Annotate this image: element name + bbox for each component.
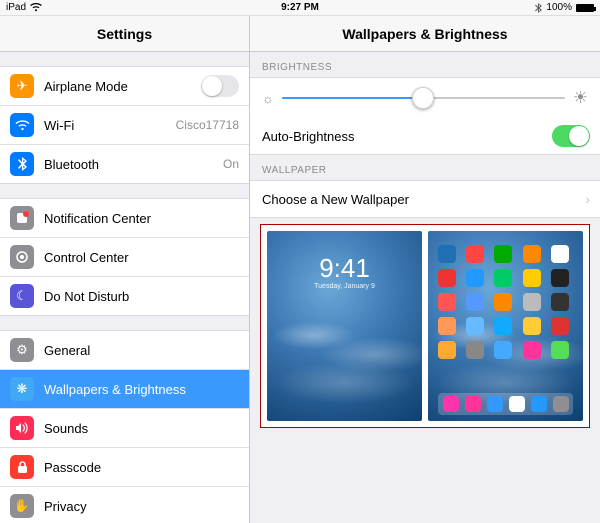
sidebar-group-2: Notification Center Control Center ☾ Do … <box>0 198 249 316</box>
app-icon <box>438 341 456 359</box>
sidebar-item-airplane[interactable]: ✈ Airplane Mode <box>0 67 249 106</box>
chevron-right-icon: › <box>585 191 590 207</box>
brightness-slider[interactable] <box>282 97 565 99</box>
airplane-icon: ✈ <box>10 74 34 98</box>
settings-sidebar: Settings ✈ Airplane Mode Wi-Fi Cisco1771… <box>0 16 250 523</box>
home-screen-preview[interactable] <box>428 231 583 421</box>
app-icon <box>494 341 512 359</box>
app-icon <box>523 293 541 311</box>
speaker-icon <box>10 416 34 440</box>
choose-wallpaper-row[interactable]: Choose a New Wallpaper › <box>250 181 600 217</box>
wallpaper-previews: 9:41 Tuesday, January 9 <box>260 224 590 428</box>
sidebar-group-3: ⚙ General ❋ Wallpapers & Brightness Soun… <box>0 330 249 523</box>
statusbar-time: 9:27 PM <box>0 2 600 13</box>
app-icon <box>438 293 456 311</box>
dock-app-icon <box>509 396 525 412</box>
sidebar-item-wifi[interactable]: Wi-Fi Cisco17718 <box>0 106 249 145</box>
app-icon <box>551 341 569 359</box>
app-icon <box>438 317 456 335</box>
sidebar-item-label: Wi-Fi <box>44 118 170 133</box>
app-icon <box>551 269 569 287</box>
auto-brightness-row[interactable]: Auto-Brightness <box>250 118 600 154</box>
sidebar-item-wallpapers-brightness[interactable]: ❋ Wallpapers & Brightness <box>0 370 249 409</box>
dock-app-icon <box>487 396 503 412</box>
brightness-slider-row: ☼ ☀ <box>250 78 600 118</box>
app-icon <box>466 245 484 263</box>
lock-preview-date: Tuesday, January 9 <box>267 283 422 290</box>
brightness-atom-icon: ❋ <box>10 377 34 401</box>
sidebar-item-label: General <box>44 343 239 358</box>
app-icon <box>523 341 541 359</box>
sidebar-item-notifications[interactable]: Notification Center <box>0 199 249 238</box>
app-icon <box>523 245 541 263</box>
sidebar-item-privacy[interactable]: ✋ Privacy <box>0 487 249 523</box>
home-preview-apps <box>438 245 573 359</box>
sidebar-item-bluetooth[interactable]: Bluetooth On <box>0 145 249 183</box>
sidebar-group-1: ✈ Airplane Mode Wi-Fi Cisco17718 Bluetoo… <box>0 66 249 184</box>
dock-app-icon <box>531 396 547 412</box>
lock-screen-preview[interactable]: 9:41 Tuesday, January 9 <box>267 231 422 421</box>
sidebar-item-label: Passcode <box>44 460 239 475</box>
app-icon <box>494 245 512 263</box>
app-icon <box>494 317 512 335</box>
app-icon <box>466 293 484 311</box>
choose-wallpaper-label: Choose a New Wallpaper <box>262 192 585 207</box>
hand-icon: ✋ <box>10 494 34 518</box>
app-icon <box>438 269 456 287</box>
sidebar-item-sounds[interactable]: Sounds <box>0 409 249 448</box>
notification-icon <box>10 206 34 230</box>
status-bar: iPad 9:27 PM 100% <box>0 0 600 16</box>
gear-icon: ⚙ <box>10 338 34 362</box>
app-icon <box>494 293 512 311</box>
app-icon <box>466 317 484 335</box>
sidebar-item-label: Wallpapers & Brightness <box>44 382 239 397</box>
detail-pane: Wallpapers & Brightness BRIGHTNESS ☼ ☀ A… <box>250 16 600 523</box>
sidebar-item-passcode[interactable]: Passcode <box>0 448 249 487</box>
sidebar-item-control-center[interactable]: Control Center <box>0 238 249 277</box>
app-icon <box>551 293 569 311</box>
brightness-section-header: BRIGHTNESS <box>250 52 600 77</box>
dock-app-icon <box>553 396 569 412</box>
lock-icon <box>10 455 34 479</box>
app-icon <box>523 317 541 335</box>
wifi-network-value: Cisco17718 <box>176 118 239 132</box>
sidebar-item-label: Control Center <box>44 250 239 265</box>
app-icon <box>523 269 541 287</box>
sidebar-item-label: Notification Center <box>44 211 239 226</box>
brightness-slider-thumb[interactable] <box>412 87 434 109</box>
app-icon <box>494 269 512 287</box>
sidebar-item-label: Privacy <box>44 499 239 514</box>
wallpaper-section-header: WALLPAPER <box>250 155 600 180</box>
app-icon <box>551 317 569 335</box>
app-icon <box>551 245 569 263</box>
detail-title: Wallpapers & Brightness <box>250 16 600 52</box>
bluetooth-icon <box>10 152 34 176</box>
sidebar-title: Settings <box>0 16 249 52</box>
wallpaper-group: Choose a New Wallpaper › <box>250 180 600 218</box>
sidebar-item-label: Sounds <box>44 421 239 436</box>
airplane-switch[interactable] <box>201 75 239 97</box>
home-preview-dock <box>438 393 573 415</box>
dock-app-icon <box>465 396 481 412</box>
auto-brightness-switch[interactable] <box>552 125 590 147</box>
wifi-icon <box>10 113 34 137</box>
sidebar-item-general[interactable]: ⚙ General <box>0 331 249 370</box>
app-icon <box>438 245 456 263</box>
brightness-group: ☼ ☀ Auto-Brightness <box>250 77 600 155</box>
battery-icon <box>576 4 594 12</box>
sun-high-icon: ☀ <box>573 88 588 108</box>
sidebar-item-label: Do Not Disturb <box>44 289 239 304</box>
control-center-icon <box>10 245 34 269</box>
dock-app-icon <box>443 396 459 412</box>
auto-brightness-label: Auto-Brightness <box>262 129 552 144</box>
sidebar-item-label: Airplane Mode <box>44 79 201 94</box>
sidebar-item-label: Bluetooth <box>44 157 217 172</box>
moon-icon: ☾ <box>10 284 34 308</box>
lock-preview-time: 9:41 <box>267 253 422 284</box>
bluetooth-value: On <box>223 157 239 171</box>
sun-low-icon: ☼ <box>262 91 274 106</box>
sidebar-item-dnd[interactable]: ☾ Do Not Disturb <box>0 277 249 315</box>
app-icon <box>466 341 484 359</box>
app-icon <box>466 269 484 287</box>
